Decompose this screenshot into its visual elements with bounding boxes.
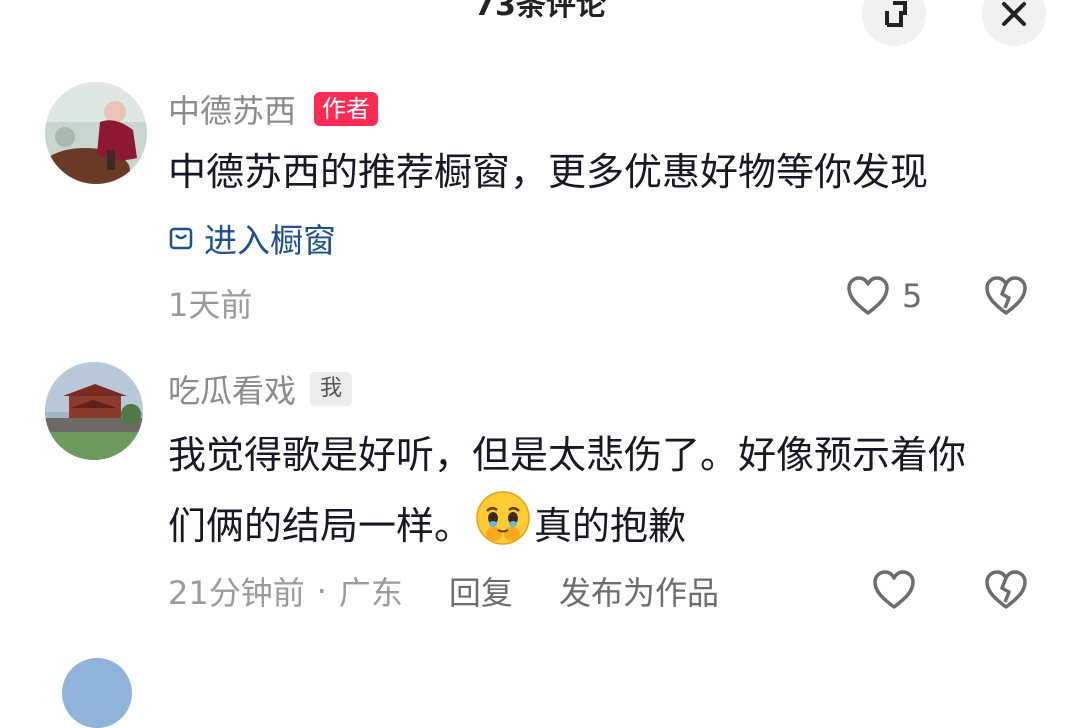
- bag-icon: [169, 227, 193, 250]
- me-badge: 我: [310, 372, 353, 406]
- comment-time: 21分钟前: [168, 574, 305, 612]
- publish-as-work-button[interactable]: 发布为作品: [559, 568, 719, 614]
- comment-text-part: 真的抱歉: [534, 504, 687, 548]
- dislike-button[interactable]: [984, 570, 1028, 610]
- collapse-button[interactable]: [862, 0, 926, 46]
- like-count: 5: [902, 277, 923, 315]
- dislike-button[interactable]: [984, 276, 1028, 316]
- enter-shop-link[interactable]: 进入橱窗: [168, 214, 336, 262]
- heart-icon: [873, 570, 915, 609]
- author-badge: 作者: [314, 92, 379, 126]
- close-button[interactable]: [982, 0, 1046, 46]
- heart-icon: [847, 276, 889, 315]
- shop-link-label: 进入橱窗: [204, 221, 336, 260]
- comment-text-part: 们俩的结局一样。: [168, 504, 473, 548]
- next-comment-avatar: [62, 658, 132, 728]
- comment-time: 1天前: [168, 286, 253, 324]
- broken-heart-icon: [985, 570, 1027, 609]
- avatar[interactable]: [45, 82, 147, 184]
- comment-location: 广东: [338, 574, 403, 612]
- comment-text: 中德苏西的推荐橱窗，更多优惠好物等你发现: [168, 150, 929, 194]
- broken-heart-icon: [985, 276, 1027, 315]
- reply-button[interactable]: 回复: [449, 568, 513, 614]
- author-name[interactable]: 中德苏西: [168, 86, 296, 132]
- close-icon: [1002, 2, 1026, 26]
- comment-text: 我觉得歌是好听，但是太悲伤了。好像预示着你 们俩的结局一样。 真的抱歉: [168, 421, 1048, 568]
- comment-text-line: 们俩的结局一样。 真的抱歉: [168, 489, 1048, 568]
- like-button[interactable]: [872, 570, 916, 610]
- crying-face-emoji: [474, 489, 532, 568]
- collapse-icon: [885, 1, 907, 27]
- meta-separator: ·: [316, 572, 327, 610]
- comment-text-line: 我觉得歌是好听，但是太悲伤了。好像预示着你: [168, 433, 967, 477]
- like-button[interactable]: 5: [846, 276, 922, 316]
- avatar[interactable]: [45, 362, 143, 460]
- author-name[interactable]: 吃瓜看戏: [168, 366, 296, 412]
